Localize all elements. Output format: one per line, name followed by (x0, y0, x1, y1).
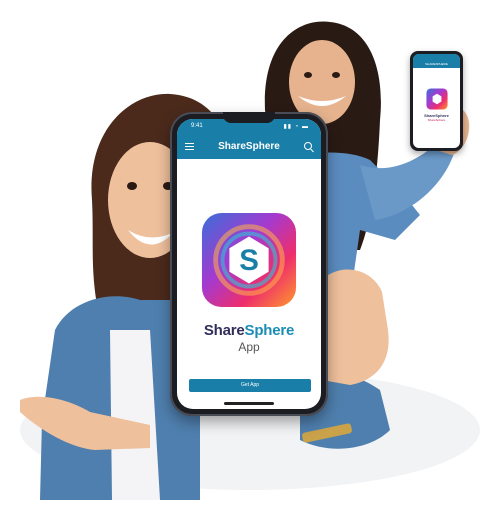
app-subtitle: App (238, 340, 260, 354)
app-name: ShareSphere (177, 322, 321, 339)
status-time: 9:41 (191, 123, 203, 129)
home-indicator (224, 402, 274, 405)
small-app-subtitle: ShareSphere (427, 118, 446, 122)
main-phone: 9:41 ▮▮ ◔ ▬ ShareSphere S ShareSphere Ap… (170, 112, 328, 416)
logo-letter: S (239, 244, 259, 277)
status-icons: ▮▮ ◔ ▬ (283, 124, 309, 130)
app-logo-icon: S (201, 212, 297, 308)
small-app-title: SHARESPHERE (425, 62, 448, 66)
app-bar: ShareSphere (177, 135, 321, 159)
small-phone-screen: SHARESPHERE ShareSphere ShareSphere (413, 54, 460, 148)
search-icon[interactable] (304, 142, 312, 150)
app-bar-title: ShareSphere (218, 141, 280, 152)
small-app-logo-icon (426, 88, 448, 110)
app-name-part1: Share (203, 322, 245, 339)
phone-screen: 9:41 ▮▮ ◔ ▬ ShareSphere S ShareSphere Ap… (177, 119, 321, 409)
small-phone: SHARESPHERE ShareSphere ShareSphere (410, 51, 463, 151)
small-app-bar: SHARESPHERE (413, 54, 460, 68)
get-app-button[interactable]: Get App (189, 379, 311, 392)
photo-scene: 9:41 ▮▮ ◔ ▬ ShareSphere S ShareSphere Ap… (0, 0, 500, 500)
phone-notch (223, 112, 275, 123)
app-name-part2: Sphere (244, 322, 295, 339)
